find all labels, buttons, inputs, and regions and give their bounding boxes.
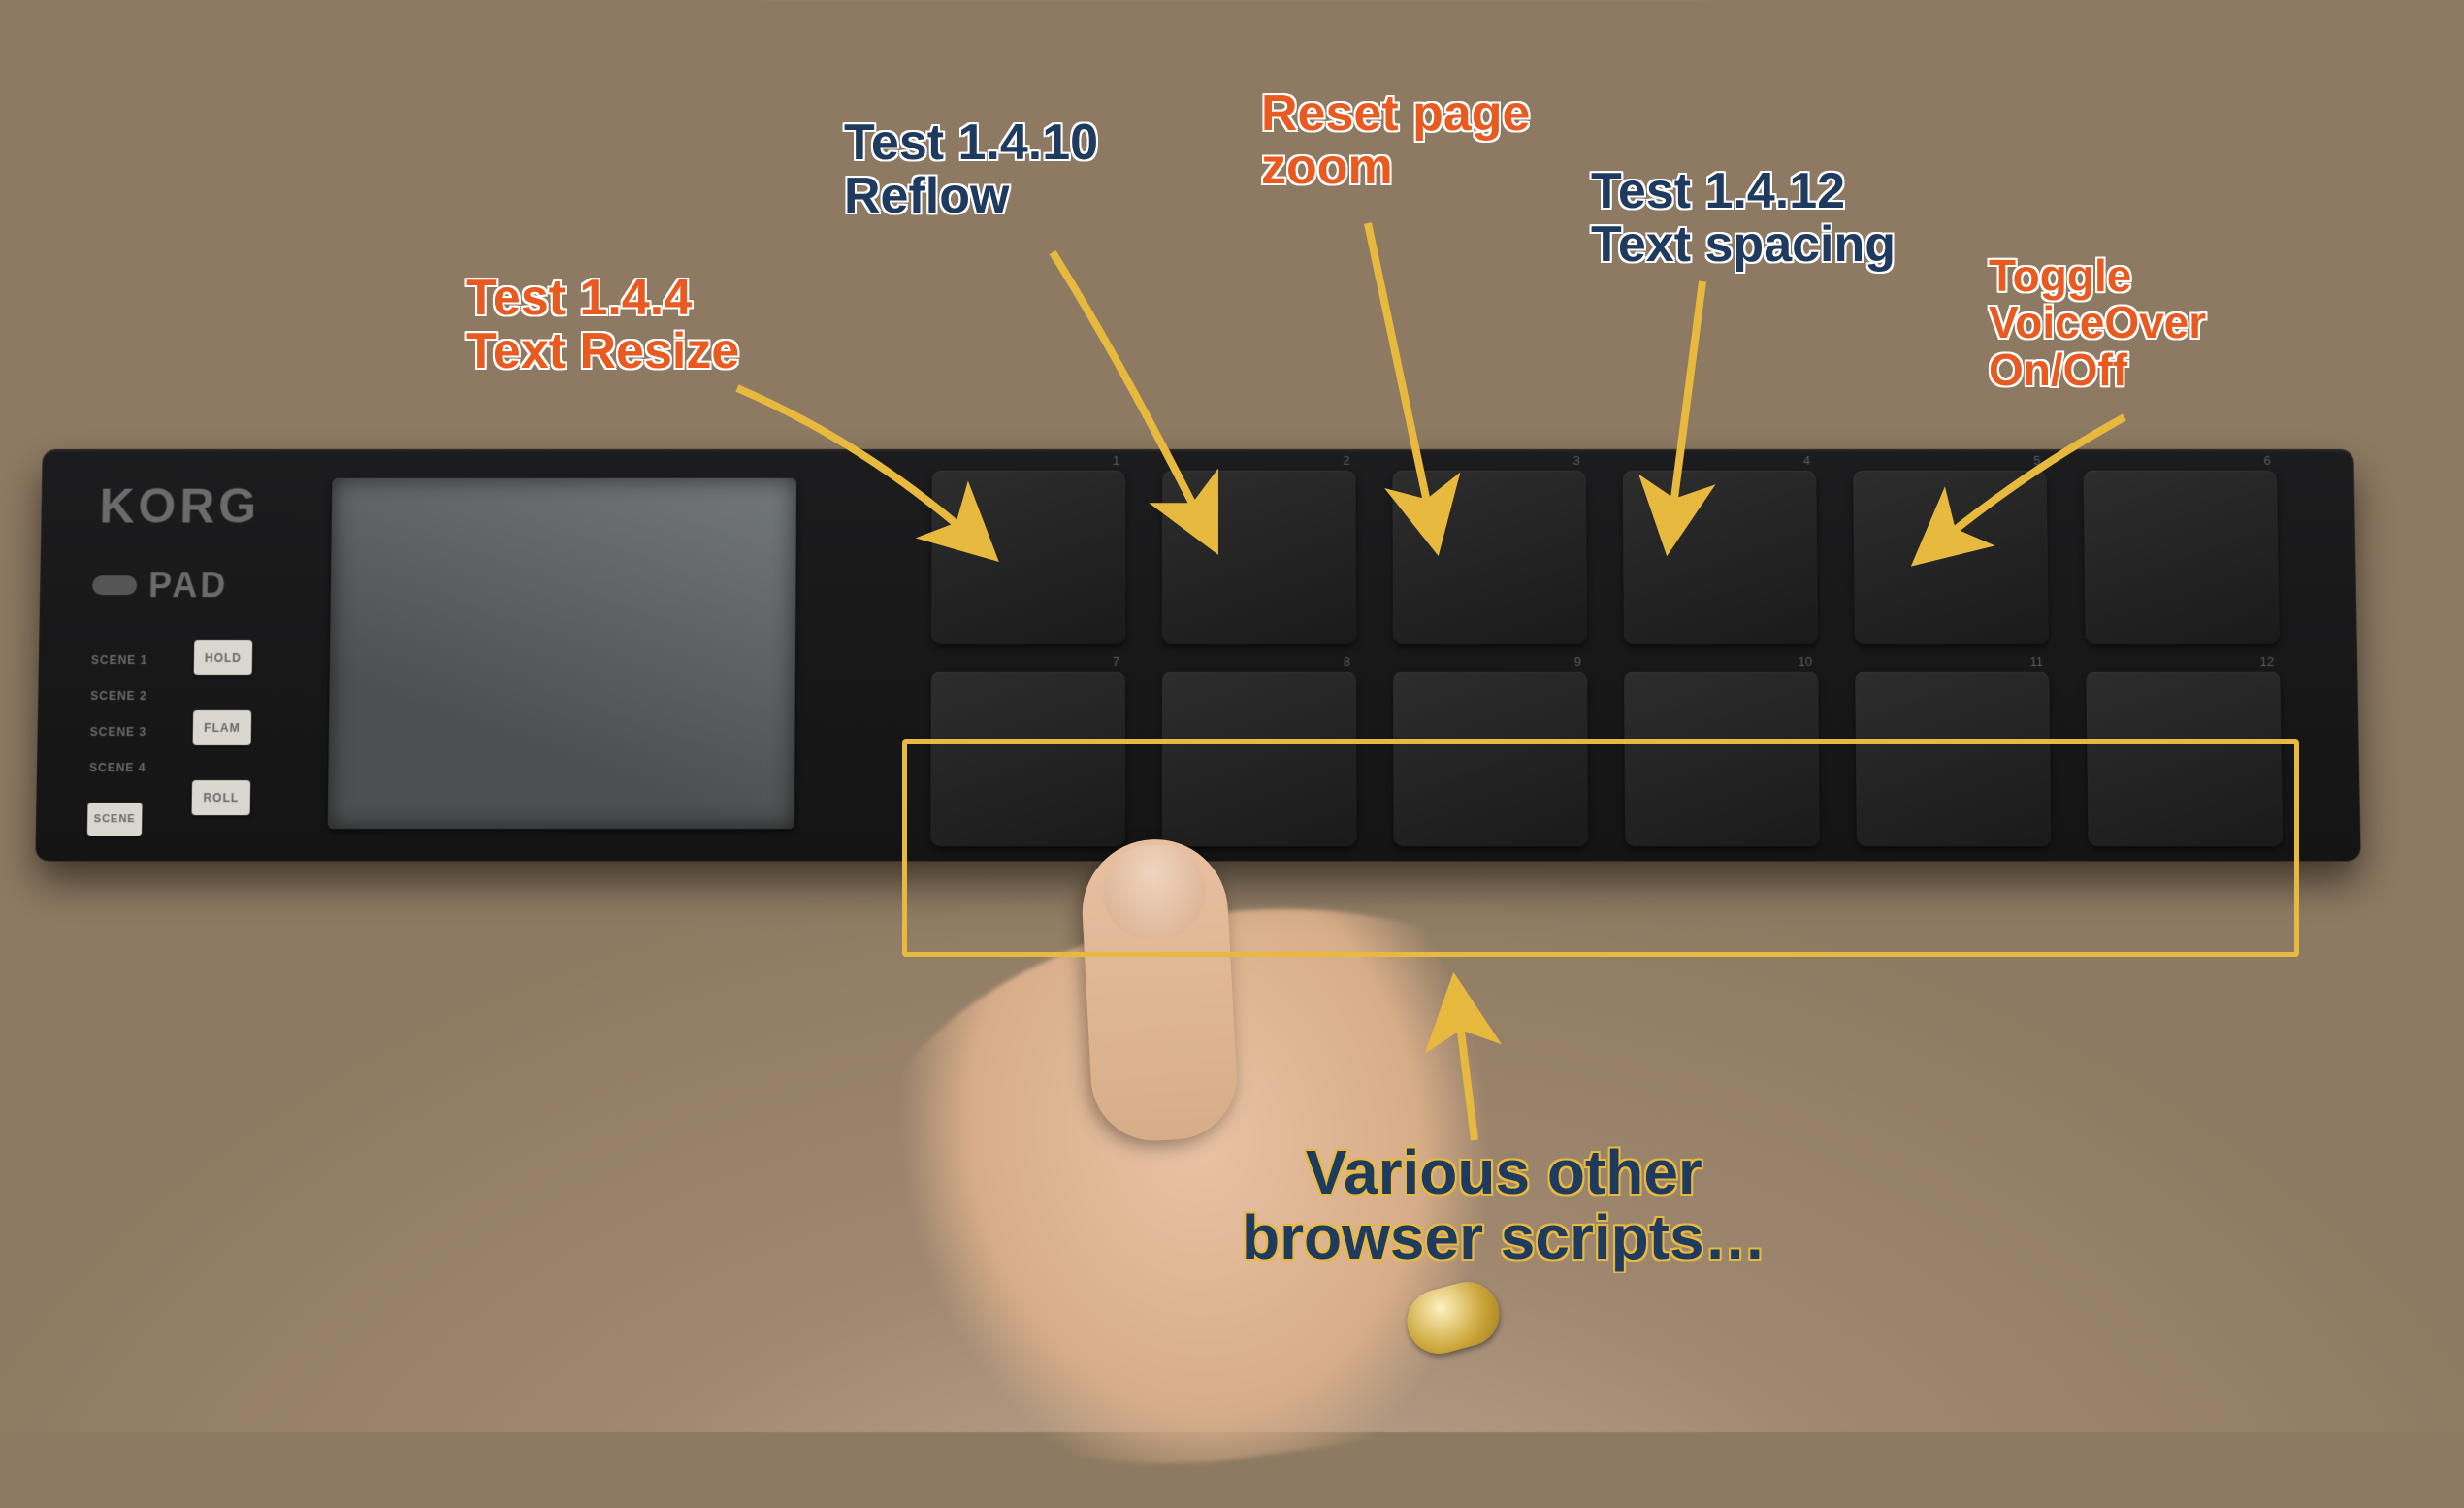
model-text: PAD <box>148 565 229 606</box>
pad-number: 3 <box>1573 453 1580 468</box>
pad-8[interactable]: 8 <box>1162 672 1357 846</box>
pad-number: 9 <box>1574 654 1581 669</box>
line: zoom <box>1261 141 1530 194</box>
pad-6[interactable]: 6 <box>2083 471 2279 644</box>
pad-10[interactable]: 10 <box>1624 672 1820 846</box>
line: Test 1.4.4 <box>466 272 739 325</box>
mini-button-column: HOLD FLAM ROLL <box>192 640 263 815</box>
line: Text spacing <box>1591 218 1896 272</box>
pad-number: 4 <box>1803 453 1810 468</box>
scene-labels-column: SCENE 1 SCENE 2 SCENE 3 SCENE 4 <box>89 642 169 786</box>
pad-number: 8 <box>1344 654 1350 669</box>
pad-1[interactable]: 1 <box>931 471 1125 644</box>
line: Reset page <box>1261 87 1530 141</box>
pad-11[interactable]: 11 <box>1855 672 2051 846</box>
annotation-text-spacing: Test 1.4.12 Text spacing <box>1591 165 1896 271</box>
pad-number: 5 <box>2033 453 2040 468</box>
annotation-reflow: Test 1.4.10 Reflow <box>844 116 1098 222</box>
xy-touchpad[interactable] <box>328 478 796 829</box>
korg-nanopad-device: KORG PAD SCENE 1 SCENE 2 SCENE 3 SCENE 4… <box>35 449 2360 861</box>
annotation-reset-zoom: Reset page zoom <box>1261 87 1530 193</box>
nano-icon <box>92 575 137 595</box>
pad-2[interactable]: 2 <box>1162 471 1356 644</box>
scene4-label: SCENE 4 <box>89 750 168 786</box>
pad-number: 12 <box>2260 654 2275 669</box>
line: Reflow <box>844 170 1098 223</box>
thumb <box>1079 836 1240 1143</box>
pad-number: 7 <box>1113 654 1119 669</box>
scene-button[interactable]: SCENE <box>87 803 143 836</box>
annotation-text-resize: Test 1.4.4 Text Resize <box>466 272 739 377</box>
annotation-toggle-voiceover: Toggle VoiceOver On/Off <box>1989 252 2206 393</box>
pad-4[interactable]: 4 <box>1623 471 1818 644</box>
hand <box>810 860 1673 1508</box>
pad-number: 11 <box>2029 654 2043 669</box>
pad-number: 10 <box>1799 654 1813 669</box>
line: Text Resize <box>466 325 739 378</box>
scene3-label: SCENE 3 <box>89 714 168 750</box>
line: Toggle <box>1989 252 2206 299</box>
pad-grid: 1 2 3 4 5 6 7 8 9 10 11 12 <box>930 471 2283 847</box>
pad-3[interactable]: 3 <box>1392 471 1586 644</box>
hold-button[interactable]: HOLD <box>194 640 253 675</box>
pad-number: 2 <box>1343 453 1349 468</box>
line: VoiceOver <box>1989 299 2206 345</box>
pad-number: 1 <box>1113 453 1119 468</box>
pad-9[interactable]: 9 <box>1393 672 1588 846</box>
pad-7[interactable]: 7 <box>930 672 1125 846</box>
scene2-label: SCENE 2 <box>90 678 169 714</box>
pad-number: 6 <box>2263 453 2270 468</box>
pad-5[interactable]: 5 <box>1853 471 2049 644</box>
line: On/Off <box>1989 346 2206 393</box>
roll-button[interactable]: ROLL <box>192 780 251 815</box>
line: Test 1.4.10 <box>844 116 1098 170</box>
line: Test 1.4.12 <box>1591 165 1896 218</box>
brand-logo: KORG <box>99 478 261 535</box>
scene1-label: SCENE 1 <box>91 642 170 678</box>
model-label: PAD <box>92 565 229 606</box>
flam-button[interactable]: FLAM <box>193 710 252 745</box>
pad-12[interactable]: 12 <box>2086 672 2283 846</box>
